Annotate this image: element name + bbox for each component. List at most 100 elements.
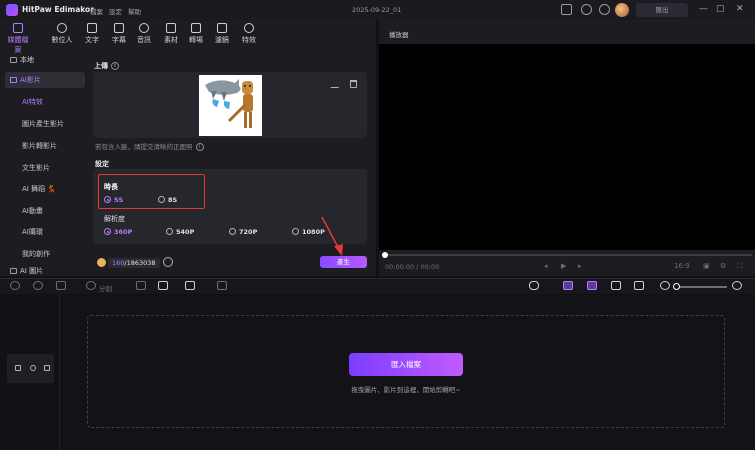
text-tool-icon[interactable] bbox=[158, 281, 168, 290]
feedback-icon[interactable] bbox=[581, 4, 592, 15]
info-icon[interactable]: i bbox=[195, 143, 204, 151]
subtitle-icon bbox=[114, 23, 124, 33]
zoom-in-icon[interactable] bbox=[732, 281, 742, 290]
video-preview bbox=[379, 44, 755, 250]
delete-icon[interactable] bbox=[350, 80, 357, 88]
sidebar-item-my-creations[interactable]: 我的創作 bbox=[22, 249, 50, 259]
sidebar-item-video-to-video[interactable]: 影片轉影片 bbox=[22, 141, 57, 151]
duration-5s-label[interactable]: 5S bbox=[114, 196, 123, 204]
tab-transition[interactable]: 轉場 bbox=[183, 22, 209, 46]
avatar-icon bbox=[57, 23, 67, 33]
next-frame-icon[interactable]: ▸ bbox=[578, 262, 582, 270]
import-files-button[interactable]: 匯入檔案 bbox=[349, 353, 463, 376]
refresh-icon[interactable] bbox=[163, 257, 173, 267]
tab-audio[interactable]: 音訊 bbox=[131, 22, 157, 46]
menu-help[interactable]: 幫助 bbox=[128, 6, 141, 16]
seek-bar[interactable] bbox=[384, 254, 752, 256]
seek-handle[interactable] bbox=[382, 252, 388, 258]
media-icon bbox=[13, 23, 23, 33]
resolution-720p-label[interactable]: 720P bbox=[239, 228, 257, 236]
delete-clip-icon[interactable] bbox=[56, 281, 66, 290]
tab-filter[interactable]: 濾鏡 bbox=[209, 22, 235, 46]
download-icon[interactable] bbox=[599, 4, 610, 15]
tab-text[interactable]: 文字 bbox=[79, 22, 105, 46]
layout-icon[interactable] bbox=[561, 4, 572, 15]
menu-settings[interactable]: 設定 bbox=[109, 6, 122, 16]
ripple-icon[interactable] bbox=[611, 281, 621, 290]
tab-elements[interactable]: 素材 bbox=[158, 22, 184, 46]
duration-5s-radio[interactable] bbox=[104, 196, 111, 203]
duration-8s-label[interactable]: 8S bbox=[168, 196, 177, 204]
link-icon[interactable] bbox=[563, 281, 573, 290]
settings-icon[interactable]: ⚙ bbox=[720, 262, 726, 270]
maximize-icon[interactable]: ▢ bbox=[716, 4, 725, 14]
microphone-icon[interactable] bbox=[529, 281, 539, 290]
export-button[interactable]: 匯出 bbox=[636, 3, 688, 17]
sidebar-item-ai-dance[interactable]: AI 舞蹈 💃 bbox=[22, 184, 56, 194]
close-icon[interactable]: ✕ bbox=[736, 4, 744, 14]
audio-icon bbox=[139, 23, 149, 33]
aspect-ratio-select[interactable]: 16:9 bbox=[674, 262, 690, 270]
play-icon[interactable]: ▶ bbox=[561, 262, 566, 270]
sidebar-ai-video[interactable]: AI影片 bbox=[5, 72, 85, 88]
sidebar-item-ai-loop[interactable]: AI購環 bbox=[22, 227, 43, 237]
tab-subtitle[interactable]: 字幕 bbox=[106, 22, 132, 46]
info-icon[interactable]: i bbox=[111, 62, 119, 70]
app-name: HitPaw Edimakor bbox=[22, 5, 94, 14]
split-icon[interactable] bbox=[86, 281, 96, 290]
folder-icon bbox=[10, 57, 17, 63]
mask-icon[interactable] bbox=[136, 281, 146, 290]
upload-label: 上傳 i bbox=[94, 61, 119, 71]
tab-digital-human[interactable]: 數位人 bbox=[49, 22, 75, 46]
sidebar-item-ai-effects[interactable]: AI特效 bbox=[22, 97, 43, 107]
app-logo-icon bbox=[6, 4, 18, 16]
sidebar-item-ai-animation[interactable]: AI動畫 bbox=[22, 206, 43, 216]
fit-icon[interactable] bbox=[634, 281, 644, 290]
resolution-540p-radio[interactable] bbox=[166, 228, 173, 235]
sidebar-local[interactable]: 本地 bbox=[5, 52, 85, 68]
settings-label: 設定 bbox=[95, 160, 109, 168]
menu-file[interactable]: 檔案 bbox=[90, 6, 103, 16]
drop-hint: 拖曳圖片、影片到這裡，開始剪輯吧~ bbox=[351, 386, 461, 394]
resolution-720p-radio[interactable] bbox=[229, 228, 236, 235]
zoom-out-icon[interactable] bbox=[660, 281, 670, 290]
undo-icon[interactable] bbox=[10, 281, 20, 290]
resolution-540p-label[interactable]: 540P bbox=[176, 228, 194, 236]
avatar[interactable] bbox=[615, 3, 629, 17]
upload-hint: 若包含人臉，請提交清晰的正面照 i bbox=[95, 141, 204, 151]
annotation-arrow bbox=[321, 216, 343, 256]
text-icon bbox=[87, 23, 97, 33]
prev-frame-icon[interactable]: ◂ bbox=[544, 262, 548, 270]
duration-8s-radio[interactable] bbox=[158, 196, 165, 203]
tab-effects[interactable]: 特效 bbox=[236, 22, 262, 46]
credits-balance: 160/1863038 bbox=[108, 258, 160, 268]
resolution-1080p-radio[interactable] bbox=[292, 228, 299, 235]
filter-icon bbox=[217, 23, 227, 33]
minimize-icon[interactable]: — bbox=[699, 4, 708, 14]
volume-icon[interactable] bbox=[44, 365, 50, 371]
zoom-handle[interactable] bbox=[673, 283, 680, 290]
add-icon[interactable] bbox=[217, 281, 227, 290]
crop-icon[interactable] bbox=[185, 281, 195, 290]
snap-icon[interactable] bbox=[587, 281, 597, 290]
sidebar-item-image-to-video[interactable]: 圖片產生影片 bbox=[22, 119, 64, 129]
zoom-slider[interactable] bbox=[676, 286, 727, 288]
resolution-360p-radio[interactable] bbox=[104, 228, 111, 235]
resolution-label: 解析度 bbox=[104, 215, 125, 223]
duration-label: 時長 bbox=[104, 183, 118, 191]
elements-icon bbox=[166, 23, 176, 33]
tab-media[interactable]: 媒體檔案 bbox=[5, 22, 31, 54]
track-type-icon bbox=[15, 365, 21, 371]
visibility-icon[interactable] bbox=[30, 365, 36, 371]
generate-button[interactable]: 產生 bbox=[320, 256, 367, 268]
fullscreen-icon[interactable]: ⛶ bbox=[737, 262, 742, 271]
resolution-360p-label[interactable]: 360P bbox=[114, 228, 132, 236]
version-label: 2025-09-22_01 bbox=[352, 6, 402, 14]
player-title: 播放器 bbox=[389, 31, 409, 39]
sidebar-ai-image[interactable]: AI 圖片 bbox=[5, 266, 85, 276]
sidebar-item-text-to-video[interactable]: 文生影片 bbox=[22, 163, 50, 173]
snapshot-icon[interactable]: ▣ bbox=[703, 262, 710, 270]
effects-icon bbox=[244, 23, 254, 33]
split-label[interactable]: 分割 bbox=[99, 283, 112, 293]
redo-icon[interactable] bbox=[33, 281, 43, 290]
